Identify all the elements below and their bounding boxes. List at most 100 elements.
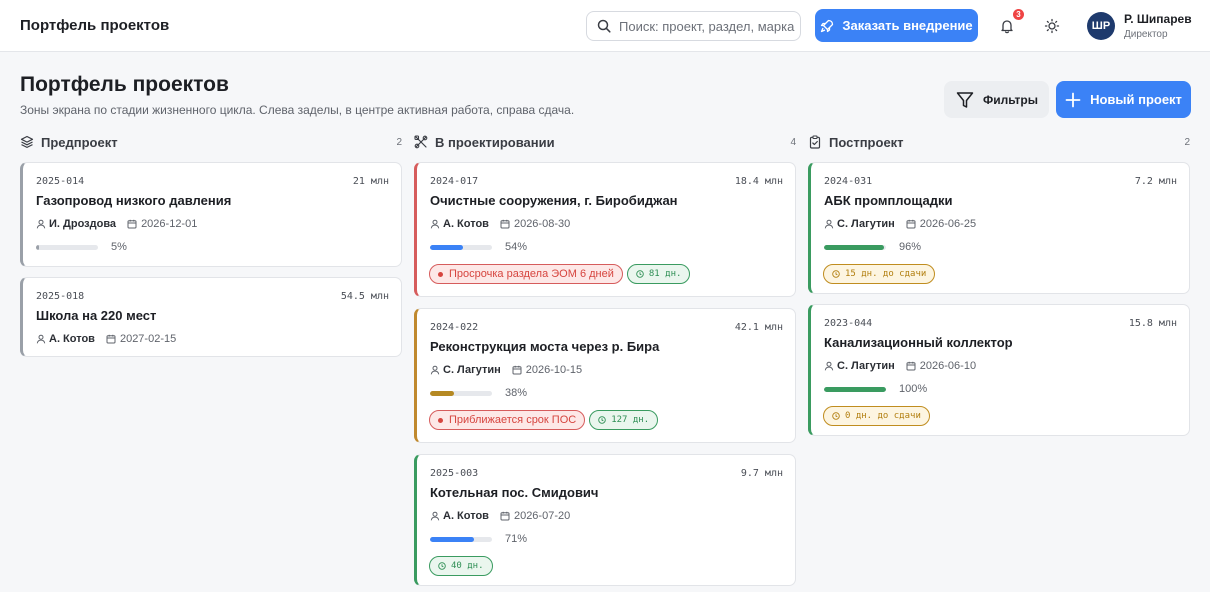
- progress-fill: [824, 245, 884, 250]
- project-card[interactable]: 2024-031 7.2 млн АБК промплощадки С. Лаг…: [808, 162, 1190, 294]
- delivery-countdown-tag[interactable]: 15 дн. до сдачи: [823, 264, 936, 284]
- tags: Просрочка раздела ЭОМ 6 дней 81 дн.: [429, 264, 691, 284]
- alert-tag-label: Приближается срок ПОС: [449, 414, 577, 426]
- clock-icon: [636, 270, 644, 278]
- clipboard-check-icon: [809, 135, 821, 149]
- project-card[interactable]: 2025-014 21 млн Газопровод низкого давле…: [20, 162, 402, 267]
- project-name: Реконструкция моста через р. Бира: [430, 339, 660, 354]
- alert-tag[interactable]: Просрочка раздела ЭОМ 6 дней: [429, 264, 623, 284]
- clock-icon: [832, 270, 840, 278]
- user-icon: [36, 334, 46, 344]
- alert-dot-icon: [438, 271, 443, 277]
- progress-percent: 54%: [505, 241, 528, 253]
- project-card[interactable]: 2024-022 42.1 млн Реконструкция моста че…: [414, 308, 796, 443]
- days-left-tag[interactable]: 127 дн.: [589, 410, 659, 430]
- calendar-icon: [106, 334, 116, 344]
- column-count: 2: [1184, 136, 1190, 148]
- rocket-icon: [821, 19, 834, 32]
- user-icon: [824, 219, 834, 229]
- project-code: 2025-014: [36, 176, 85, 187]
- theme-toggle-button[interactable]: [1037, 11, 1067, 41]
- project-owner: А. Котов: [443, 218, 489, 230]
- user-avatar[interactable]: ШР: [1087, 12, 1115, 40]
- search-icon: [597, 19, 611, 33]
- project-owner: А. Котов: [443, 510, 489, 522]
- clock-icon: [832, 412, 840, 420]
- project-card[interactable]: 2025-018 54.5 млн Школа на 220 мест А. К…: [20, 277, 402, 357]
- project-meta: А. Котов 2027-02-15: [36, 333, 176, 345]
- filters-button[interactable]: Фильтры: [944, 81, 1049, 118]
- progress-percent: 71%: [505, 533, 528, 545]
- column-title: Постпроект: [829, 134, 904, 150]
- order-implementation-button[interactable]: Заказать внедрение: [815, 9, 978, 42]
- project-name: Школа на 220 мест: [36, 308, 157, 323]
- user-role: Директор: [1124, 29, 1168, 40]
- delivery-countdown-tag[interactable]: 0 дн. до сдачи: [823, 406, 930, 426]
- project-code: 2024-022: [430, 322, 479, 333]
- project-owner: С. Лагутин: [837, 218, 895, 230]
- project-deadline: 2026-12-01: [141, 218, 198, 230]
- calendar-icon: [127, 219, 137, 229]
- tags: 15 дн. до сдачи: [823, 264, 936, 284]
- progress-fill: [430, 245, 464, 250]
- alert-dot-icon: [438, 417, 443, 423]
- progress-bar: [824, 387, 886, 392]
- column-title: Предпроект: [41, 134, 118, 150]
- calendar-icon: [906, 219, 916, 229]
- progress-bar: [36, 245, 98, 250]
- column-preproject: Предпроект 2 2025-014 21 млн Газопровод …: [20, 131, 402, 357]
- notification-count-badge: 3: [1013, 9, 1024, 20]
- app-brand[interactable]: Портфель проектов: [20, 17, 169, 34]
- project-card[interactable]: 2024-017 18.4 млн Очистные сооружения, г…: [414, 162, 796, 297]
- progress-fill: [36, 245, 40, 250]
- alert-tag-label: Просрочка раздела ЭОМ 6 дней: [449, 268, 614, 280]
- new-project-button[interactable]: Новый проект: [1056, 81, 1191, 118]
- days-left-tag[interactable]: 40 дн.: [429, 556, 493, 576]
- progress-bar: [430, 245, 492, 250]
- progress-bar: [430, 391, 492, 396]
- project-deadline: 2026-06-25: [919, 218, 977, 230]
- project-owner: С. Лагутин: [443, 364, 501, 376]
- user-icon: [430, 365, 440, 375]
- progress-percent: 96%: [899, 241, 922, 253]
- new-project-label: Новый проект: [1090, 92, 1182, 107]
- project-meta: С. Лагутин 2026-06-25: [824, 218, 976, 230]
- calendar-icon: [500, 511, 510, 521]
- alert-tag[interactable]: Приближается срок ПОС: [429, 410, 586, 430]
- column-in-design: В проектировании 4 2024-017 18.4 млн Очи…: [414, 131, 796, 586]
- project-owner: С. Лагутин: [837, 360, 895, 372]
- progress-fill: [824, 387, 886, 392]
- user-name: Р. Шипарев: [1124, 12, 1192, 26]
- project-name: Котельная пос. Смидович: [430, 485, 599, 500]
- project-card[interactable]: 2025-003 9.7 млн Котельная пос. Смидович…: [414, 454, 796, 586]
- top-bar: Портфель проектов Заказать внедрение 3 Ш…: [0, 0, 1210, 52]
- clock-icon: [438, 562, 446, 570]
- column-count: 2: [396, 136, 402, 148]
- search-input[interactable]: [619, 18, 799, 34]
- user-icon: [36, 219, 46, 229]
- project-amount: 42.1 млн: [734, 322, 783, 333]
- calendar-icon: [512, 365, 522, 375]
- sun-icon: [1044, 18, 1060, 34]
- progress-percent: 100%: [899, 383, 928, 395]
- page-title: Портфель проектов: [20, 73, 229, 96]
- clock-icon: [598, 416, 606, 424]
- project-owner: И. Дроздова: [49, 218, 117, 230]
- project-deadline: 2026-08-30: [513, 218, 571, 230]
- project-deadline: 2026-06-10: [919, 360, 977, 372]
- order-implementation-label: Заказать внедрение: [842, 18, 973, 33]
- delivery-countdown-label: 15 дн. до сдачи: [845, 269, 927, 279]
- filter-icon: [956, 91, 974, 108]
- project-name: АБК промплощадки: [824, 193, 953, 208]
- days-left-tag[interactable]: 81 дн.: [626, 264, 691, 284]
- project-meta: А. Котов 2026-08-30: [430, 218, 570, 230]
- project-name: Канализационный коллектор: [824, 335, 1013, 350]
- project-card[interactable]: 2023-044 15.8 млн Канализационный коллек…: [808, 304, 1190, 436]
- tags: 40 дн.: [429, 556, 493, 576]
- days-left-label: 127 дн.: [611, 415, 650, 425]
- column-title: В проектировании: [435, 134, 555, 150]
- project-amount: 54.5 млн: [340, 291, 389, 302]
- project-meta: И. Дроздова 2026-12-01: [36, 218, 197, 230]
- search-box[interactable]: [586, 11, 801, 41]
- progress-bar: [824, 245, 886, 250]
